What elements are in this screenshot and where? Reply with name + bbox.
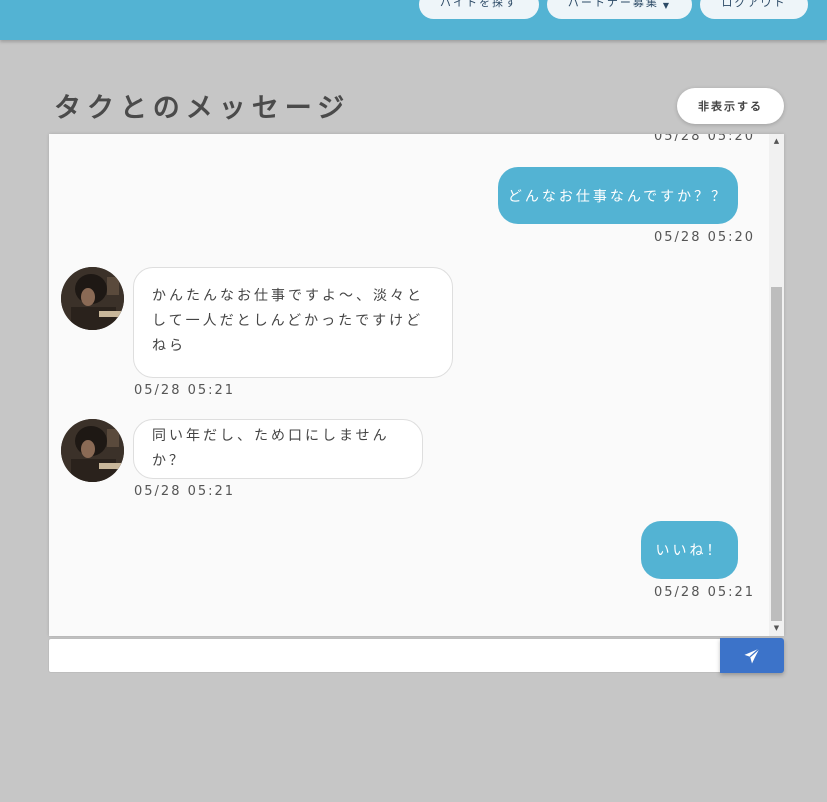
find-job-button[interactable]: バイトを探す xyxy=(419,0,539,19)
hide-chat-button[interactable]: 非表示する xyxy=(677,88,784,124)
hide-chat-label: 非表示する xyxy=(698,100,763,113)
chevron-down-icon: ▼ xyxy=(662,1,672,10)
message-timestamp: 05/28 05:20 xyxy=(654,134,756,144)
chat-message-list[interactable]: 05/28 05:20 どんなお仕事なんですか？？ 05/28 05:20 かん… xyxy=(49,134,784,636)
message-input[interactable] xyxy=(48,638,721,673)
top-nav-bar: バイトを探す パートナー募集 ▼ ログアウト xyxy=(0,0,827,40)
message-text: いいね！ xyxy=(655,543,724,559)
avatar-photo xyxy=(61,267,124,330)
logout-label: ログアウト xyxy=(721,0,787,9)
partner-avatar[interactable] xyxy=(61,267,124,330)
scroll-down-arrow-icon[interactable]: ▼ xyxy=(769,622,784,635)
message-timestamp: 05/28 05:20 xyxy=(654,230,756,245)
message-text: かんたんなお仕事ですよ〜、淡々として一人だとしんどかったですけどねら xyxy=(152,288,424,354)
message-text: どんなお仕事なんですか？？ xyxy=(507,188,729,205)
chat-scrollbar[interactable]: ▲ ▼ xyxy=(769,134,784,636)
partner-recruit-label: パートナー募集 xyxy=(567,0,659,9)
my-message-bubble: どんなお仕事なんですか？？ xyxy=(498,167,738,224)
partner-recruit-dropdown[interactable]: パートナー募集 ▼ xyxy=(547,0,692,19)
paper-plane-icon xyxy=(744,647,760,663)
my-message-bubble: いいね！ xyxy=(641,521,738,579)
message-timestamp: 05/28 05:21 xyxy=(654,585,756,600)
scroll-up-arrow-icon[interactable]: ▲ xyxy=(769,135,784,148)
message-timestamp: 05/28 05:21 xyxy=(134,484,236,499)
find-job-label: バイトを探す xyxy=(440,0,518,9)
logout-button[interactable]: ログアウト xyxy=(700,0,808,19)
message-text: 同い年だし、ため口にしませんか？ xyxy=(152,428,390,469)
partner-message-bubble: かんたんなお仕事ですよ〜、淡々として一人だとしんどかったですけどねら xyxy=(133,267,453,378)
page-title: タクとのメッセージ xyxy=(54,93,351,124)
avatar-photo xyxy=(61,419,124,482)
scrollbar-thumb[interactable] xyxy=(771,287,782,621)
partner-avatar[interactable] xyxy=(61,419,124,482)
partner-message-bubble: 同い年だし、ため口にしませんか？ xyxy=(133,419,423,479)
send-button[interactable] xyxy=(720,638,784,673)
message-timestamp: 05/28 05:21 xyxy=(134,383,236,398)
